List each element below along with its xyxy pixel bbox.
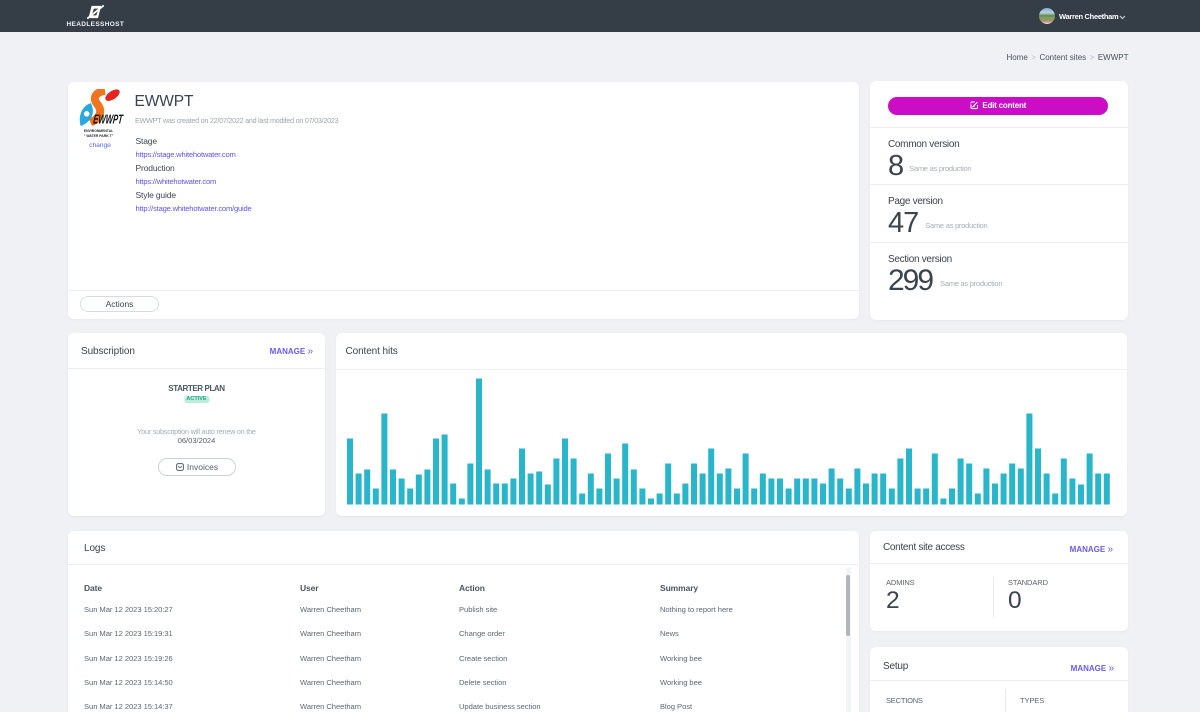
svg-text:EWWPT: EWWPT <box>92 112 124 127</box>
